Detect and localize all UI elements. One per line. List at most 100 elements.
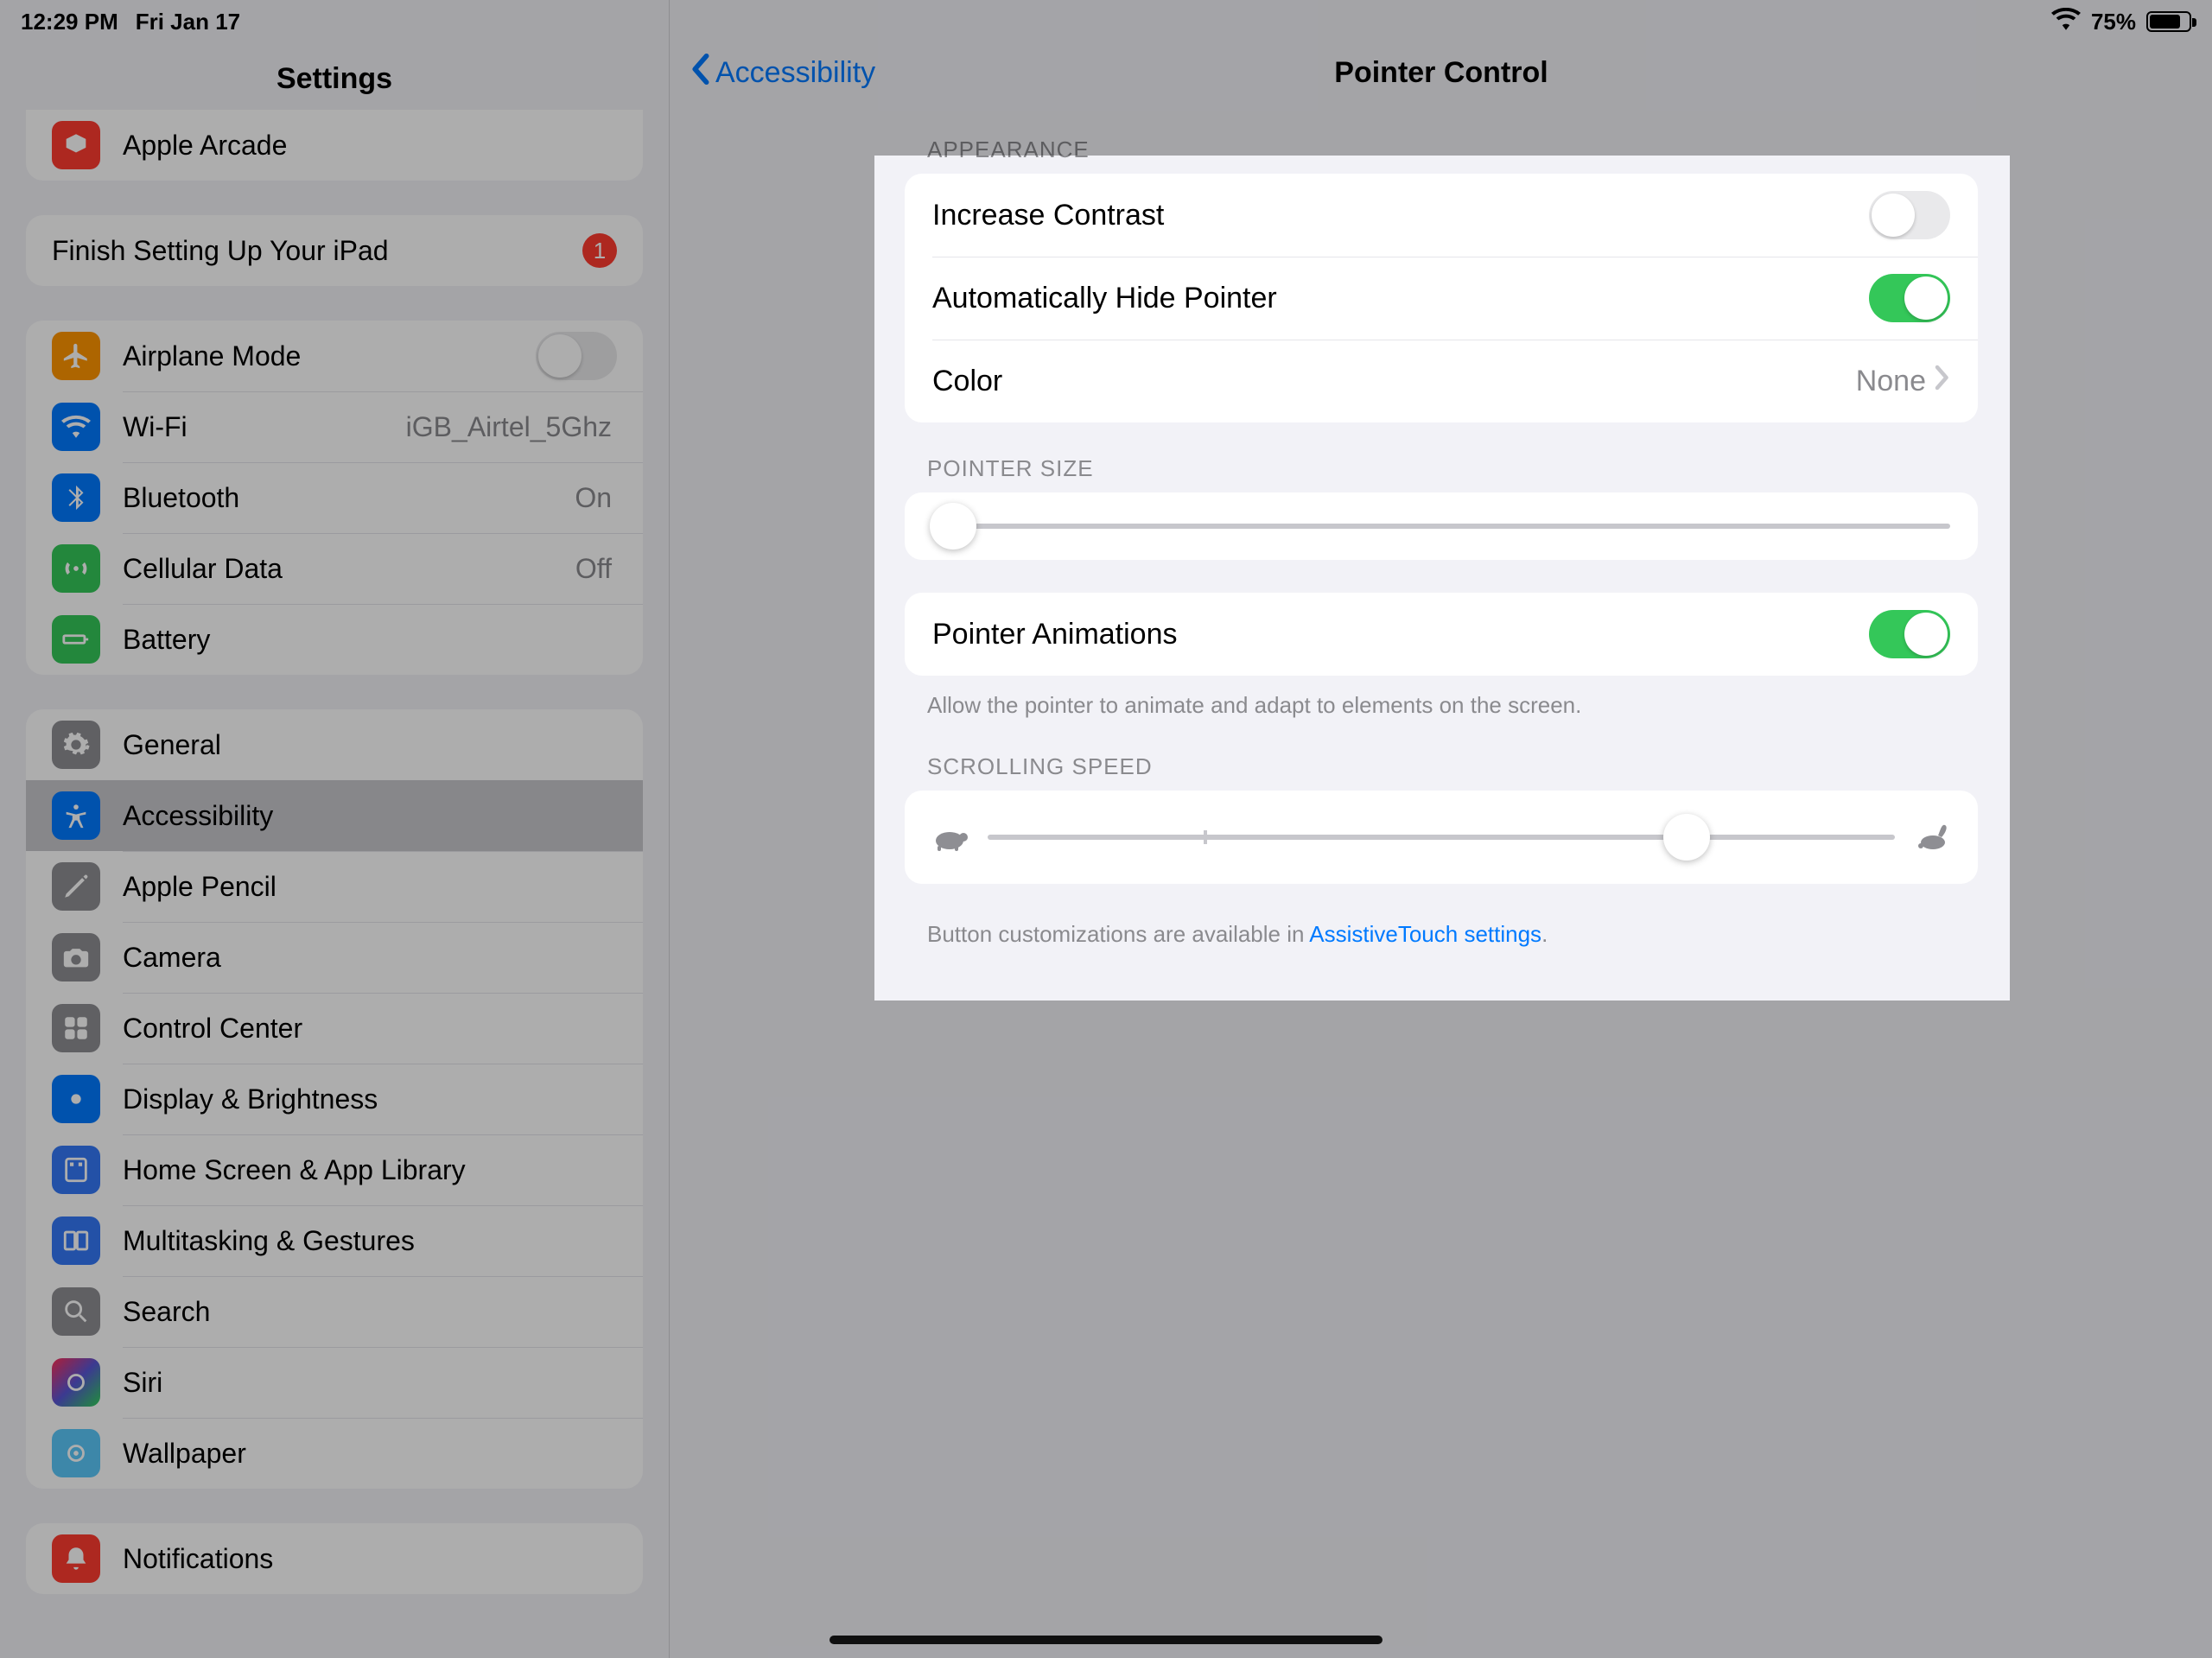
slider-track [988, 835, 1895, 840]
brightness-icon [52, 1075, 100, 1123]
sidebar-item-label: Siri [123, 1367, 617, 1399]
footer-text-pre: Button customizations are available in [927, 921, 1309, 947]
detail-pane: Accessibility Pointer Control APPEARANCE… [671, 0, 2212, 1658]
cellular-value: Off [575, 553, 612, 585]
assistivetouch-link[interactable]: AssistiveTouch settings [1309, 921, 1541, 947]
accessibility-icon [52, 791, 100, 840]
sidebar-item-home-screen[interactable]: Home Screen & App Library [26, 1134, 643, 1205]
sidebar-item-label: Display & Brightness [123, 1083, 617, 1115]
status-bar: 12:29 PM Fri Jan 17 75% [0, 0, 2212, 43]
battery-status-icon [2146, 11, 2191, 32]
control-center-icon [52, 1004, 100, 1052]
gear-icon [52, 721, 100, 769]
sidebar-item-display[interactable]: Display & Brightness [26, 1064, 643, 1134]
animations-footer: Allow the pointer to animate and adapt t… [927, 689, 1955, 721]
row-color[interactable]: Color None [905, 340, 1978, 422]
arcade-icon [52, 121, 100, 169]
chevron-right-icon [1935, 365, 1950, 398]
wifi-value: iGB_Airtel_5Ghz [406, 411, 612, 443]
section-header-appearance: APPEARANCE [927, 137, 1955, 163]
sidebar-item-bluetooth[interactable]: Bluetooth On [26, 462, 643, 533]
increase-contrast-toggle[interactable] [1869, 191, 1950, 239]
sidebar-item-label: Multitasking & Gestures [123, 1225, 617, 1257]
back-label: Accessibility [715, 56, 875, 90]
sidebar-item-label: Wallpaper [123, 1438, 617, 1470]
home-indicator [830, 1636, 1382, 1644]
multitasking-icon [52, 1217, 100, 1265]
status-time: 12:29 PM [21, 9, 118, 35]
sidebar-item-label: Airplane Mode [123, 340, 536, 372]
row-label: Color [932, 365, 1856, 398]
sidebar-item-wifi[interactable]: Wi-Fi iGB_Airtel_5Ghz [26, 391, 643, 462]
sidebar-item-label: General [123, 729, 617, 761]
slider-knob[interactable] [1663, 814, 1710, 861]
airplane-toggle[interactable] [536, 332, 617, 380]
sidebar-item-label: Apple Pencil [123, 871, 617, 903]
sidebar-item-label: Accessibility [123, 800, 617, 832]
sidebar-item-accessibility[interactable]: Accessibility [26, 780, 643, 851]
back-button[interactable]: Accessibility [688, 53, 875, 93]
sidebar-item-battery[interactable]: Battery [26, 604, 643, 675]
sidebar-item-label: Cellular Data [123, 553, 575, 585]
wifi-icon [52, 403, 100, 451]
section-header-pointer-size: POINTER SIZE [927, 455, 1955, 482]
sidebar-item-label: Finish Setting Up Your iPad [52, 235, 582, 267]
sidebar-item-label: Bluetooth [123, 482, 575, 514]
sidebar-item-label: Notifications [123, 1543, 617, 1575]
chevron-left-icon [688, 53, 712, 93]
slider-track [932, 524, 1950, 529]
scrolling-speed-slider[interactable] [905, 791, 1978, 884]
search-icon [52, 1287, 100, 1336]
auto-hide-toggle[interactable] [1869, 274, 1950, 322]
color-value: None [1856, 365, 1926, 398]
row-increase-contrast[interactable]: Increase Contrast [905, 174, 1978, 257]
sidebar-item-wallpaper[interactable]: Wallpaper [26, 1418, 643, 1489]
sidebar-item-label: Battery [123, 624, 617, 656]
row-pointer-animations[interactable]: Pointer Animations [905, 593, 1978, 676]
sidebar-item-cellular[interactable]: Cellular Data Off [26, 533, 643, 604]
sidebar-item-label: Apple Arcade [123, 130, 617, 162]
sidebar-item-camera[interactable]: Camera [26, 922, 643, 993]
sidebar-item-finish-setup[interactable]: Finish Setting Up Your iPad 1 [26, 215, 643, 286]
siri-icon [52, 1358, 100, 1407]
pointer-size-slider[interactable] [905, 492, 1978, 560]
page-title: Pointer Control [1334, 56, 1548, 90]
camera-icon [52, 933, 100, 981]
turtle-icon [932, 822, 970, 853]
sidebar-item-control-center[interactable]: Control Center [26, 993, 643, 1064]
notifications-icon [52, 1534, 100, 1583]
status-date: Fri Jan 17 [136, 9, 240, 35]
footer-text-post: . [1541, 921, 1548, 947]
row-label: Automatically Hide Pointer [932, 282, 1869, 315]
bluetooth-icon [52, 473, 100, 522]
slider-knob[interactable] [930, 503, 976, 549]
sidebar-item-label: Search [123, 1296, 617, 1328]
settings-sidebar: Settings Apple Arcade Finish Setting Up … [0, 0, 670, 1658]
pencil-icon [52, 862, 100, 911]
airplane-icon [52, 332, 100, 380]
slider-tick [1204, 830, 1207, 844]
wallpaper-icon [52, 1429, 100, 1477]
wifi-status-icon [2051, 8, 2081, 36]
sidebar-item-general[interactable]: General [26, 709, 643, 780]
sidebar-item-pencil[interactable]: Apple Pencil [26, 851, 643, 922]
home-screen-icon [52, 1146, 100, 1194]
setup-badge: 1 [582, 233, 617, 268]
sidebar-item-search[interactable]: Search [26, 1276, 643, 1347]
sidebar-item-airplane[interactable]: Airplane Mode [26, 321, 643, 391]
sidebar-item-notifications[interactable]: Notifications [26, 1523, 643, 1594]
section-header-scrolling-speed: SCROLLING SPEED [927, 753, 1955, 780]
sidebar-item-label: Wi-Fi [123, 411, 406, 443]
row-auto-hide-pointer[interactable]: Automatically Hide Pointer [905, 257, 1978, 340]
bluetooth-value: On [575, 482, 612, 514]
sidebar-item-label: Home Screen & App Library [123, 1154, 617, 1186]
sidebar-item-multitasking[interactable]: Multitasking & Gestures [26, 1205, 643, 1276]
rabbit-icon [1912, 822, 1950, 853]
row-label: Increase Contrast [932, 199, 1869, 232]
sidebar-item-siri[interactable]: Siri [26, 1347, 643, 1418]
sidebar-item-label: Camera [123, 942, 617, 974]
row-label: Pointer Animations [932, 618, 1869, 651]
battery-icon [52, 615, 100, 664]
pointer-animations-toggle[interactable] [1869, 610, 1950, 658]
sidebar-item-apple-arcade[interactable]: Apple Arcade [26, 110, 643, 181]
